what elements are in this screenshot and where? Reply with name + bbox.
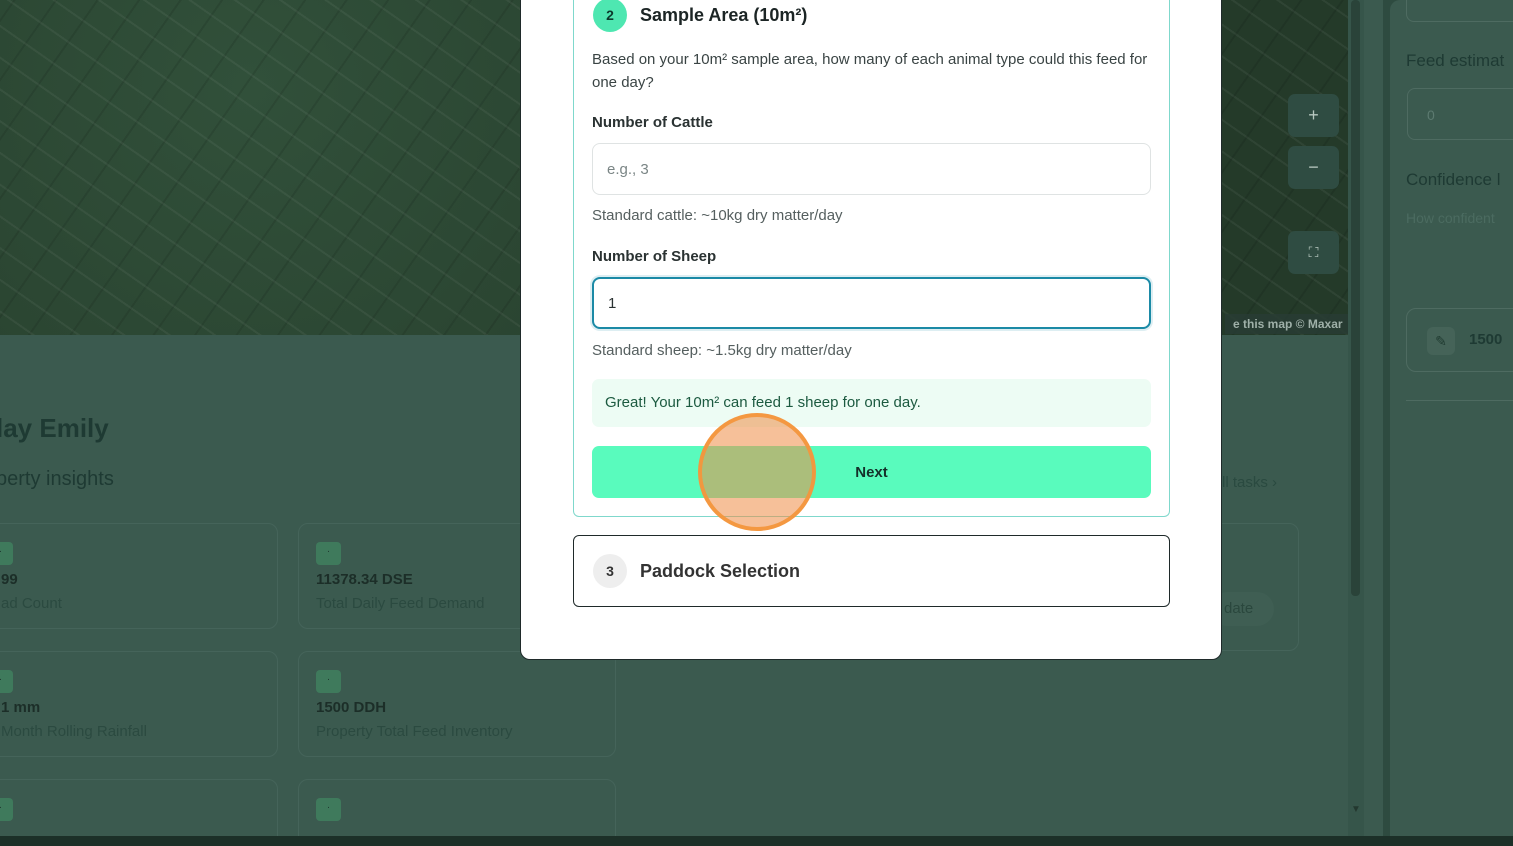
stat-icon: · — [316, 798, 341, 821]
cattle-hint: Standard cattle: ~10kg dry matter/day — [592, 207, 843, 224]
step-sample-area: 2 Sample Area (10m²) Based on your 10m² … — [573, 0, 1170, 517]
insights-subheading: perty insights — [0, 468, 114, 490]
feed-assessment-modal: 2 Sample Area (10m²) Based on your 10m² … — [520, 0, 1222, 660]
stat-value: 1500 DDH — [316, 699, 387, 716]
stat-icon: · — [316, 670, 341, 693]
zoom-in-button[interactable]: + — [1288, 94, 1339, 137]
cattle-label: Number of Cattle — [592, 114, 713, 131]
stat-icon: · — [0, 798, 13, 821]
stat-card-partial: · — [0, 779, 278, 836]
confidence-subtitle: How confident — [1406, 210, 1495, 226]
stat-card-feed-inventory: · 1500 DDH Property Total Feed Inventory — [298, 651, 616, 757]
scroll-down-icon[interactable]: ▼ — [1349, 804, 1363, 820]
stat-card-head-count: · 99 ad Count — [0, 523, 278, 629]
fullscreen-icon: ⛶ — [1308, 244, 1319, 260]
sheep-input[interactable] — [592, 277, 1151, 329]
plus-icon: + — [1308, 105, 1319, 125]
cattle-input[interactable] — [592, 143, 1151, 195]
step-number-badge: 3 — [593, 554, 627, 588]
stat-icon: · — [0, 542, 13, 565]
stat-label: ad Count — [1, 595, 62, 612]
sheep-hint: Standard sheep: ~1.5kg dry matter/day — [592, 342, 852, 359]
scrollbar-thumb[interactable] — [1351, 0, 1360, 596]
sample-question: Based on your 10m² sample area, how many… — [592, 51, 1148, 91]
stat-label: Month Rolling Rainfall — [1, 723, 147, 740]
stat-value: 99 — [1, 571, 18, 588]
step-number-badge: 2 — [593, 0, 627, 32]
click-indicator — [698, 413, 816, 531]
chevron-right-icon: › — [1272, 474, 1278, 491]
minus-icon: − — [1308, 157, 1319, 177]
stat-card-rainfall: · 1 mm Month Rolling Rainfall — [0, 651, 278, 757]
next-button[interactable]: Next — [592, 446, 1151, 498]
panel-card-value: 1500 — [1469, 331, 1503, 348]
panel-summary-card: ✎ 1500 — [1406, 308, 1513, 372]
stat-icon: · — [316, 542, 341, 565]
stat-icon: · — [0, 670, 13, 693]
result-message: Great! Your 10m² can feed 1 sheep for on… — [592, 379, 1151, 427]
stat-value: 11378.34 DSE — [316, 571, 413, 588]
stat-value: 1 mm — [1, 699, 41, 716]
step-title: Paddock Selection — [640, 561, 801, 581]
step-title: Sample Area (10m²) — [640, 5, 808, 25]
zoom-out-button[interactable]: − — [1288, 146, 1339, 189]
all-tasks-link[interactable]: ll tasks › — [1222, 474, 1277, 491]
feed-estimate-input[interactable]: 0 — [1407, 88, 1513, 140]
feed-estimate-title: Feed estimat — [1406, 51, 1505, 70]
bottom-strip — [0, 836, 1513, 846]
fullscreen-button[interactable]: ⛶ — [1288, 231, 1339, 274]
stat-label: Property Total Feed Inventory — [316, 723, 513, 740]
panel-top-field[interactable] — [1406, 0, 1513, 22]
edit-icon[interactable]: ✎ — [1427, 327, 1455, 355]
map-attribution[interactable]: e this map © Maxar — [1225, 314, 1348, 334]
confidence-title: Confidence l — [1406, 170, 1501, 189]
stat-label: Total Daily Feed Demand — [316, 595, 485, 612]
step-paddock-selection[interactable]: 3 Paddock Selection — [573, 535, 1170, 607]
right-side-panel: Feed estimat 0 Confidence l How confiden… — [1390, 0, 1513, 836]
sheep-label: Number of Sheep — [592, 248, 717, 265]
greeting-heading: lay Emily — [0, 413, 109, 443]
panel-divider — [1406, 400, 1513, 401]
stat-card-partial: · — [298, 779, 616, 836]
